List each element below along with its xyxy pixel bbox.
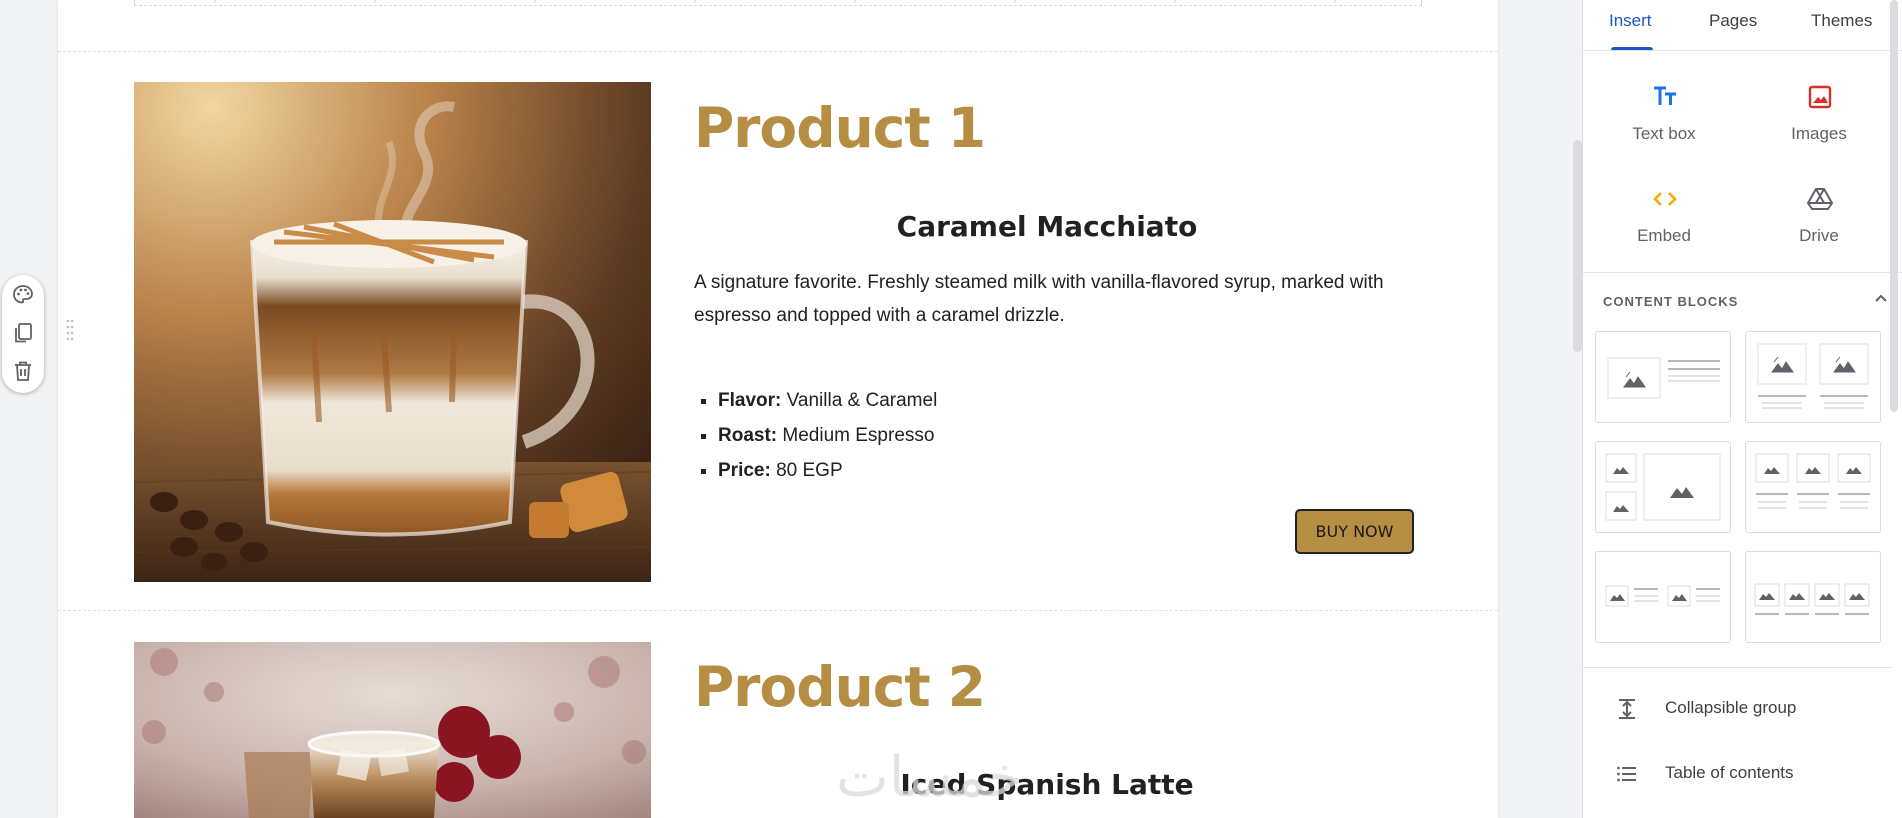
previous-section-bottom xyxy=(134,0,1422,6)
spec-label: Roast: xyxy=(718,425,778,446)
tabs-divider xyxy=(1583,50,1902,51)
drag-handle-icon[interactable] xyxy=(66,318,74,342)
list-item-label: Collapsible group xyxy=(1665,698,1797,717)
insert-item-label: Drive xyxy=(1799,226,1839,245)
product-1-name[interactable]: Caramel Macchiato xyxy=(694,210,1400,243)
block-thumbnail xyxy=(1754,583,1870,615)
image-icon xyxy=(1808,85,1832,109)
content-block-gallery[interactable] xyxy=(1595,441,1731,533)
insert-text-box[interactable]: Text box xyxy=(1589,82,1739,164)
canvas-scrollbar[interactable] xyxy=(1573,140,1582,352)
tab-pages[interactable]: Pages xyxy=(1709,0,1757,50)
content-blocks-title: CONTENT BLOCKS xyxy=(1603,294,1739,309)
section-toolbar xyxy=(2,275,44,393)
iced-spanish-latte-photo xyxy=(134,642,651,818)
panel-divider xyxy=(1583,272,1902,273)
text-box-icon xyxy=(1654,86,1676,105)
buy-now-button[interactable]: BUY NOW xyxy=(1295,509,1414,554)
insert-images[interactable]: Images xyxy=(1744,82,1894,164)
tab-insert[interactable]: Insert xyxy=(1609,0,1652,50)
duplicate-icon[interactable] xyxy=(11,321,35,345)
delete-icon[interactable] xyxy=(11,359,35,383)
content-block-four-columns[interactable] xyxy=(1745,551,1881,643)
block-thumbnail xyxy=(1757,343,1869,409)
block-thumbnail xyxy=(1605,453,1721,521)
block-thumbnail xyxy=(1605,585,1720,607)
spec-item-roast: Roast: Medium Espresso xyxy=(718,418,937,453)
list-item-label: Table of contents xyxy=(1665,763,1794,782)
product-1-specs[interactable]: Flavor: Vanilla & Caramel Roast: Medium … xyxy=(694,383,937,488)
spec-item-flavor: Flavor: Vanilla & Caramel xyxy=(718,383,937,418)
table-of-contents-icon xyxy=(1617,766,1636,782)
chevron-up-icon[interactable] xyxy=(1872,290,1890,308)
embed-icon xyxy=(1653,192,1677,206)
product-2-image[interactable] xyxy=(134,642,651,818)
block-thumbnail xyxy=(1607,357,1720,399)
tab-themes[interactable]: Themes xyxy=(1811,0,1872,50)
product-1-description[interactable]: A signature favorite. Freshly steamed mi… xyxy=(694,266,1400,332)
section-divider xyxy=(58,51,1498,52)
content-block-three-columns[interactable] xyxy=(1745,441,1881,533)
insert-item-label: Text box xyxy=(1632,124,1696,143)
spec-item-price: Price: 80 EGP xyxy=(718,453,937,488)
canvas-page: Product 1 Caramel Macchiato A signature … xyxy=(58,0,1498,818)
insert-item-label: Images xyxy=(1791,124,1847,143)
insert-drive[interactable]: Drive xyxy=(1744,184,1894,266)
section-divider xyxy=(58,610,1498,611)
insert-embed[interactable]: Embed xyxy=(1589,184,1739,266)
content-block-image-left-text[interactable] xyxy=(1595,331,1731,423)
watermark: خمسات xyxy=(836,745,1023,810)
spec-value: Medium Espresso xyxy=(777,425,935,446)
content-block-two-images[interactable] xyxy=(1745,331,1881,423)
collapsible-group-icon xyxy=(1619,699,1635,719)
drive-icon xyxy=(1807,188,1833,210)
caramel-macchiato-photo xyxy=(134,82,651,582)
spec-value: 80 EGP xyxy=(770,460,843,481)
product-2-name[interactable]: Iced Spanish Latte xyxy=(694,768,1400,801)
spec-label: Flavor: xyxy=(718,390,782,411)
product-1-title[interactable]: Product 1 xyxy=(694,96,986,160)
spec-label: Price: xyxy=(718,460,771,481)
palette-icon[interactable] xyxy=(11,283,35,307)
product-1-image[interactable] xyxy=(134,82,651,582)
content-block-two-image-text[interactable] xyxy=(1595,551,1731,643)
insert-item-label: Embed xyxy=(1637,226,1691,245)
block-thumbnail xyxy=(1755,453,1871,509)
panel-scrollbar[interactable] xyxy=(1890,0,1898,412)
insert-panel: Insert Pages Themes Text box Images Embe… xyxy=(1582,0,1902,818)
product-2-title[interactable]: Product 2 xyxy=(694,655,986,719)
panel-divider xyxy=(1583,667,1893,668)
spec-value: Vanilla & Caramel xyxy=(781,390,938,411)
ruler-ticks xyxy=(214,0,1336,3)
